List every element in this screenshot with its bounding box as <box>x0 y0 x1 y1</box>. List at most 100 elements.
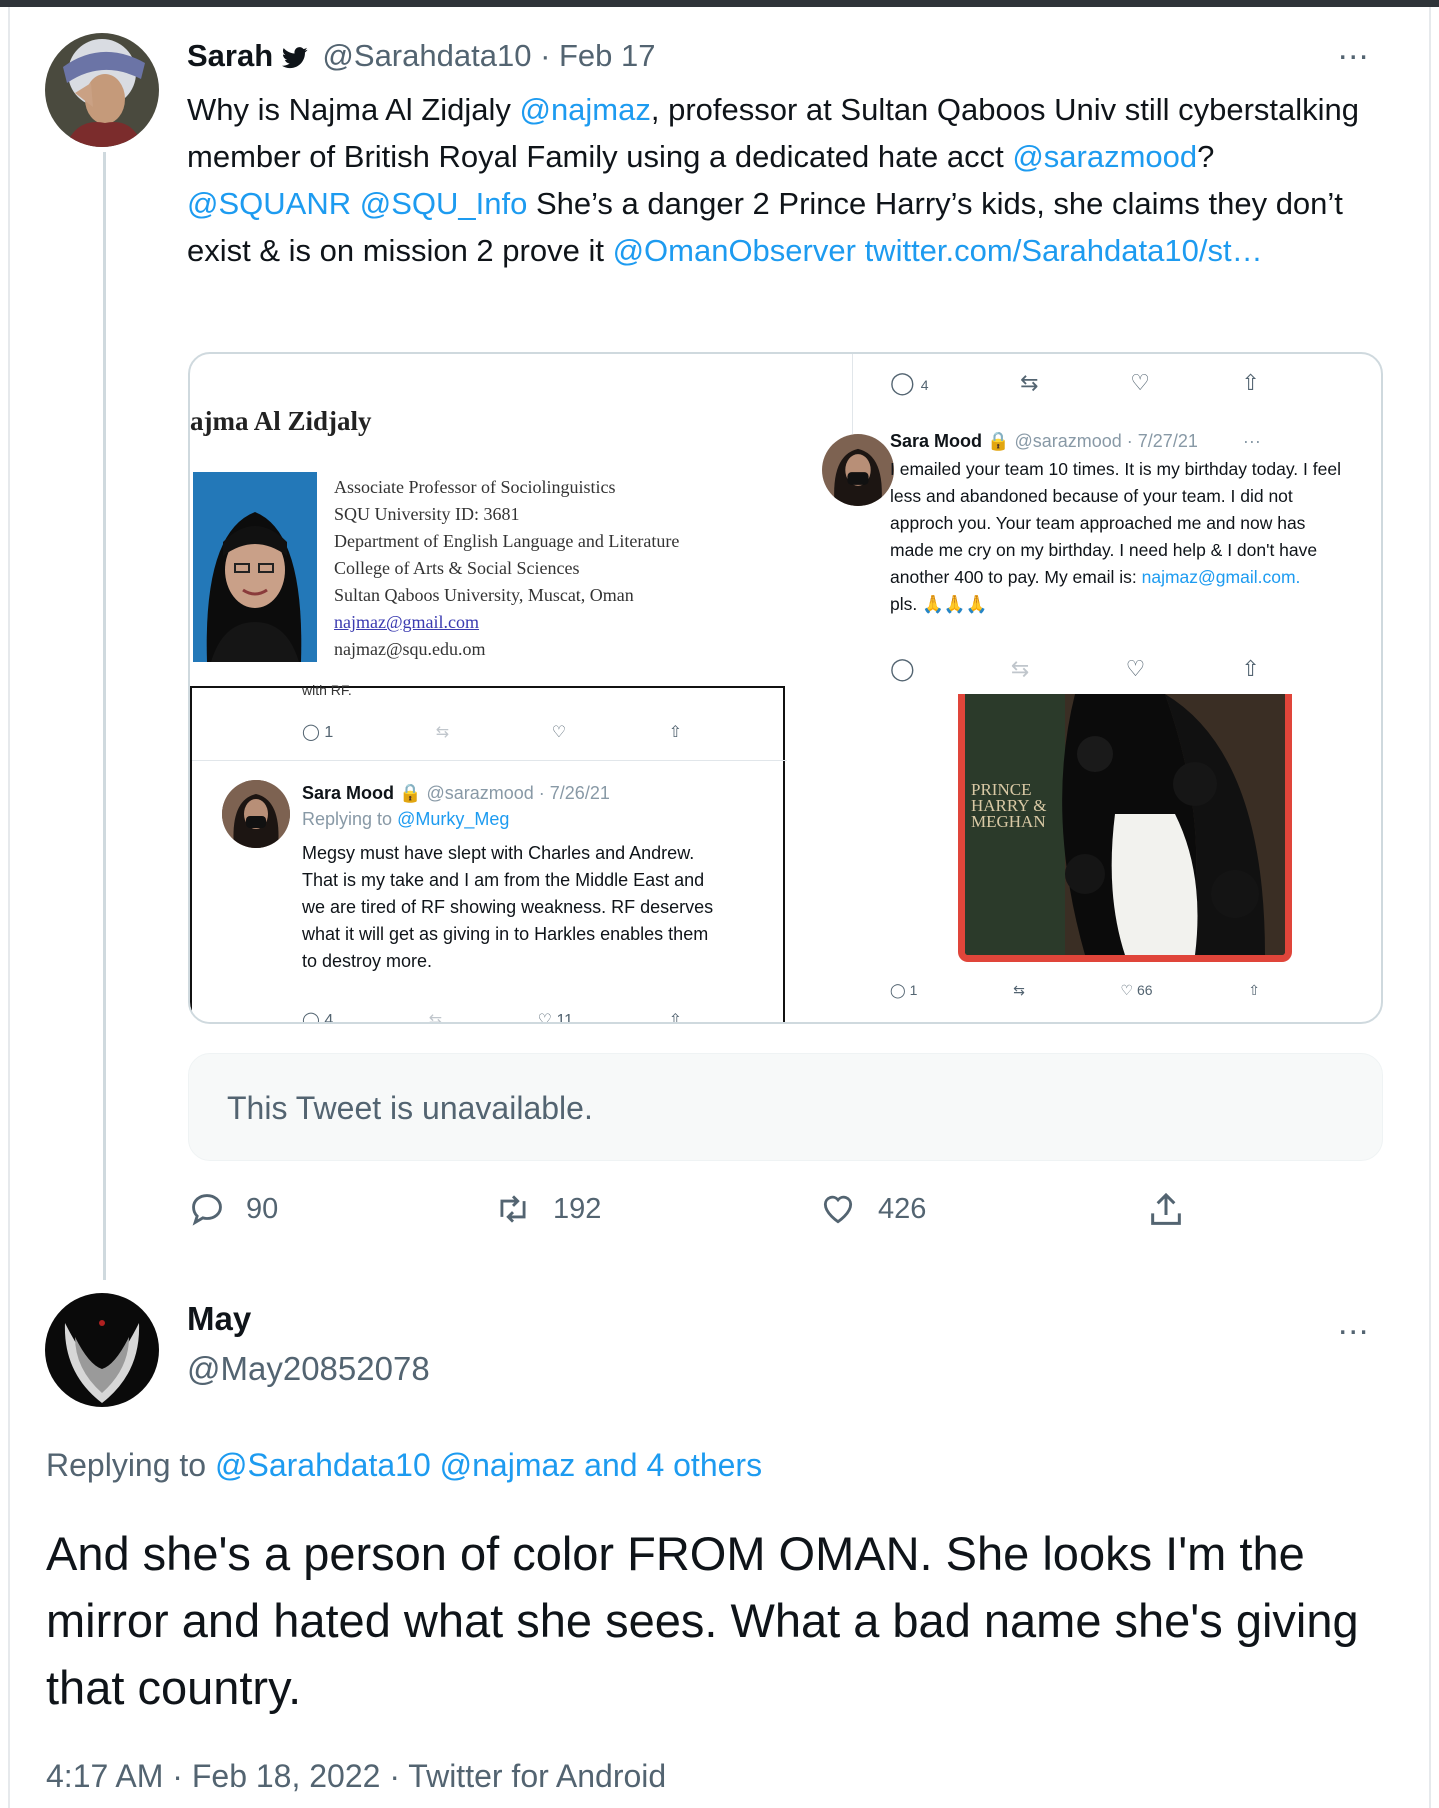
media-right-panel: ◯ 4 ⇆ ♡ ⇧ Sara Mood 🔒 @sarazmood · 7/27/… <box>822 354 1381 1022</box>
like-icon: ♡ <box>1130 370 1150 395</box>
tweet1-body: Why is Najma Al Zidjaly @najmaz, profess… <box>187 86 1387 274</box>
tweet1-body-link[interactable]: @najmaz <box>519 92 650 127</box>
retweet-icon: ⇆ <box>428 1012 443 1024</box>
reply-icon: ◯ 1 <box>302 724 334 741</box>
tweet1-body-link[interactable]: @sarazmood <box>1012 139 1197 174</box>
right-tweet-header: Sara Mood 🔒 @sarazmood · 7/27/21 ··· <box>890 428 1261 455</box>
unavailable-text: This Tweet is unavailable. <box>227 1090 593 1126</box>
reply-icon <box>192 1194 222 1226</box>
share-icon: ⇧ <box>1248 982 1260 998</box>
left-tweet-header: Sara Mood 🔒 @sarazmood · 7/26/21 <box>302 780 610 807</box>
left-divider <box>192 760 787 761</box>
cut-text: with RF. <box>302 682 352 698</box>
tweet1-media-image[interactable]: ajma Al Zidjaly Associate Professor of S… <box>188 352 1383 1024</box>
replying-prefix: Replying to <box>46 1447 215 1483</box>
tweet1-handle[interactable]: @Sarahdata10 <box>322 38 531 73</box>
profile-name: ajma Al Zidjaly <box>190 406 372 436</box>
profile-line: College of Arts & Social Sciences <box>334 558 580 578</box>
retweet-icon: ⇆ <box>1010 656 1030 681</box>
embedded-tweet-left: with RF. ◯ 1 ⇆ ♡ ⇧ Sara Mood 🔒 @sarazmoo… <box>190 682 787 1024</box>
separator-dot: · <box>540 38 559 73</box>
share-icon: ⇧ <box>1241 656 1260 681</box>
window-top-bar <box>0 0 1439 7</box>
share-icon: ⇧ <box>668 724 682 741</box>
tweet2-more-icon[interactable]: ... <box>1338 1306 1369 1340</box>
replying-prefix: Replying to <box>302 809 398 829</box>
retweet-icon <box>500 1195 526 1223</box>
like-button[interactable]: 426 <box>818 1190 926 1228</box>
like-icon: ♡ <box>1125 656 1146 681</box>
like-icon: ♡ <box>551 724 567 741</box>
reply-icon: ◯ 1 <box>890 982 918 998</box>
may-avatar[interactable] <box>45 1293 159 1407</box>
tweet2-body: And she's a person of color FROM OMAN. S… <box>46 1527 1359 1714</box>
share-icon: ⇧ <box>1241 370 1260 395</box>
share-icon: ⇧ <box>668 1012 682 1024</box>
sarah-avatar[interactable] <box>45 33 159 147</box>
tweet1-more-icon[interactable]: ... <box>1338 31 1369 65</box>
like-icon: ♡ 66 <box>1120 982 1153 998</box>
retweet-button[interactable]: 192 <box>493 1190 601 1228</box>
tweet1-body-text <box>351 186 360 221</box>
tweet1-header: Sarah @Sarahdata10 · Feb 17 <box>187 38 656 77</box>
tweet1-body-link[interactable]: @OmanObserver <box>613 233 856 268</box>
profile-line: Sultan Qaboos University, Muscat, Oman <box>334 585 634 605</box>
thread-connector-line <box>103 152 106 1280</box>
retweet-icon: ⇆ <box>1020 370 1039 395</box>
tweet1-body-text: ? <box>1197 139 1215 174</box>
tweet1-body-text <box>856 233 865 268</box>
retweet-count: 192 <box>553 1192 602 1225</box>
profile-details: Associate Professor of Sociolinguistics … <box>334 474 679 663</box>
sara-mood-avatar <box>222 780 290 848</box>
profile-line: SQU University ID: 3681 <box>334 504 520 524</box>
share-icon <box>1151 1192 1181 1225</box>
right-actions-top: ◯ 4 ⇆ ♡ ⇧ <box>890 370 1260 396</box>
right-tweet-name: Sara Mood <box>890 431 983 451</box>
sara-mood-avatar-2 <box>822 434 894 506</box>
right-actions-mid: ◯ ⇆ ♡ ⇧ <box>890 656 1260 682</box>
tweet2-handle[interactable]: @May20852078 <box>187 1350 430 1388</box>
share-button[interactable] <box>1146 1190 1186 1230</box>
quoted-tweet-unavailable[interactable]: This Tweet is unavailable. <box>188 1053 1383 1161</box>
twitter-bird-icon <box>281 41 308 77</box>
tweet1-body-text: Why is Najma Al Zidjaly <box>187 92 520 127</box>
lock-icon: 🔒 <box>987 431 1010 451</box>
reply-button[interactable]: 90 <box>188 1190 278 1228</box>
left-tweet-replying: Replying to @Murky_Meg <box>302 806 509 833</box>
tweet1-date[interactable]: Feb 17 <box>559 38 656 73</box>
profile-photo <box>193 472 317 662</box>
like-count: 426 <box>878 1192 927 1225</box>
profile-email-link: najmaz@gmail.com <box>334 612 480 632</box>
profile-line: Associate Professor of Sociolinguistics <box>334 477 616 497</box>
right-tweet-more-icon: ··· <box>1242 431 1261 451</box>
left-actions-top: ◯ 1 ⇆ ♡ ⇧ <box>302 722 682 742</box>
profile-email-2: najmaz@squ.edu.om <box>334 639 486 659</box>
right-tweet-email: najmaz@gmail.com. <box>1141 567 1301 587</box>
profile-line: Department of English Language and Liter… <box>334 531 680 551</box>
retweet-icon: ⇆ <box>1013 982 1025 998</box>
tweet2-timestamp[interactable]: 4:17 AM · Feb 18, 2022 · Twitter for And… <box>46 1758 666 1795</box>
right-tweet-handle-date: @sarazmood · 7/27/21 <box>1014 431 1198 451</box>
reply-icon: ◯ 4 <box>890 370 929 395</box>
reply-count: 90 <box>246 1192 279 1225</box>
right-actions-bottom: ◯ 1 ⇆ ♡ 66 ⇧ <box>890 982 1260 999</box>
media-left-panel: ajma Al Zidjaly Associate Professor of S… <box>190 354 790 1024</box>
reply-icon: ◯ <box>890 656 915 681</box>
left-tweet-handle-date: @sarazmood · 7/26/21 <box>426 783 610 803</box>
tweet1-body-link[interactable]: @SQUANR <box>187 186 351 221</box>
left-tweet-text: Megsy must have slept with Charles and A… <box>302 843 714 971</box>
right-tweet-text: I emailed your team 10 times. It is my b… <box>890 456 1345 618</box>
reply-icon: ◯ 4 <box>302 1012 334 1024</box>
book-title: PRINCE HARRY & MEGHAN <box>971 781 1046 831</box>
tweet1-author-name[interactable]: Sarah <box>187 38 273 73</box>
lock-icon: 🔒 <box>399 783 422 803</box>
replying-handle: @Murky_Meg <box>397 809 510 829</box>
right-tweet-end: pls. 🙏🙏🙏 <box>890 594 988 614</box>
retweet-icon: ⇆ <box>435 724 450 741</box>
book-title-line: MEGHAN <box>971 812 1046 831</box>
left-actions-bottom: ◯ 4 ⇆ ♡ 11 ⇧ <box>302 1010 682 1024</box>
tweet1-body-link[interactable]: twitter.com/Sarahdata10/st… <box>865 233 1263 268</box>
replying-to-links[interactable]: @Sarahdata10 @najmaz and 4 others <box>215 1447 762 1483</box>
tweet2-author-name[interactable]: May <box>187 1300 251 1338</box>
tweet1-body-link[interactable]: @SQU_Info <box>360 186 528 221</box>
